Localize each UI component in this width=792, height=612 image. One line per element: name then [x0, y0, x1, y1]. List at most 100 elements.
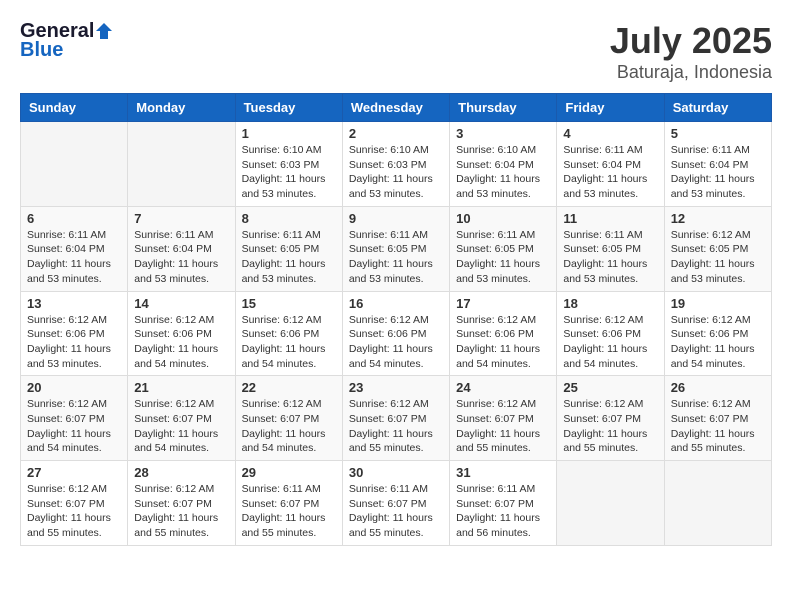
day-info: Sunrise: 6:12 AM Sunset: 6:07 PM Dayligh…: [456, 397, 550, 456]
day-number: 15: [242, 296, 336, 311]
calendar-cell: 29Sunrise: 6:11 AM Sunset: 6:07 PM Dayli…: [235, 461, 342, 546]
calendar-cell: 14 Sunrise: 6:12 AM Sunset: 6:06 PM Dayli…: [128, 291, 235, 376]
calendar-cell: 28 Sunrise: 6:12 AM Sunset: 6:07 PM Dayli…: [128, 461, 235, 546]
day-info: Sunrise: 6:11 AM Sunset: 6:07 PM Dayligh…: [349, 482, 443, 541]
day-info: Sunrise: 6:11 AM Sunset: 6:04 PM Dayligh…: [671, 143, 765, 202]
day-number: 28: [134, 465, 228, 480]
logo-blue-text: Blue: [20, 39, 112, 62]
day-info: Sunrise: 6:12 AM Sunset: 6:06 PM Dayligh…: [349, 313, 443, 372]
weekday-header: Wednesday: [342, 94, 449, 122]
calendar-cell: 22 Sunrise: 6:12 AM Sunset: 6:07 PM Dayli…: [235, 376, 342, 461]
day-number: 12: [671, 211, 765, 226]
day-info: Sunrise: 6:12 AM Sunset: 6:07 PM Dayligh…: [134, 397, 228, 456]
calendar-cell: 12 Sunrise: 6:12 AM Sunset: 6:05 PM Dayli…: [664, 206, 771, 291]
day-info: Sunrise: 6:12 AM Sunset: 6:06 PM Dayligh…: [242, 313, 336, 372]
calendar-cell: 19Sunrise: 6:12 AM Sunset: 6:06 PM Dayli…: [664, 291, 771, 376]
calendar-cell: 15 Sunrise: 6:12 AM Sunset: 6:06 PM Dayli…: [235, 291, 342, 376]
day-number: 30: [349, 465, 443, 480]
calendar-cell: 10 Sunrise: 6:11 AM Sunset: 6:05 PM Dayli…: [450, 206, 557, 291]
day-number: 7: [134, 211, 228, 226]
day-info: Sunrise: 6:12 AM Sunset: 6:07 PM Dayligh…: [27, 397, 121, 456]
calendar-cell: [21, 122, 128, 207]
calendar-cell: 4 Sunrise: 6:11 AM Sunset: 6:04 PM Daylig…: [557, 122, 664, 207]
day-number: 2: [349, 126, 443, 141]
calendar-cell: 18 Sunrise: 6:12 AM Sunset: 6:06 PM Dayli…: [557, 291, 664, 376]
calendar-cell: 17Sunrise: 6:12 AM Sunset: 6:06 PM Dayli…: [450, 291, 557, 376]
day-info: Sunrise: 6:12 AM Sunset: 6:07 PM Dayligh…: [242, 397, 336, 456]
day-info: Sunrise: 6:12 AM Sunset: 6:07 PM Dayligh…: [134, 482, 228, 541]
calendar-subtitle: Baturaja, Indonesia: [610, 62, 772, 83]
day-number: 26: [671, 380, 765, 395]
day-number: 18: [563, 296, 657, 311]
day-number: 17: [456, 296, 550, 311]
calendar-cell: 30 Sunrise: 6:11 AM Sunset: 6:07 PM Dayli…: [342, 461, 449, 546]
calendar-cell: 25 Sunrise: 6:12 AM Sunset: 6:07 PM Dayli…: [557, 376, 664, 461]
calendar-cell: 23Sunrise: 6:12 AM Sunset: 6:07 PM Dayli…: [342, 376, 449, 461]
day-number: 16: [349, 296, 443, 311]
day-number: 1: [242, 126, 336, 141]
day-info: Sunrise: 6:12 AM Sunset: 6:06 PM Dayligh…: [563, 313, 657, 372]
day-number: 22: [242, 380, 336, 395]
day-info: Sunrise: 6:11 AM Sunset: 6:05 PM Dayligh…: [242, 228, 336, 287]
calendar-cell: 13Sunrise: 6:12 AM Sunset: 6:06 PM Dayli…: [21, 291, 128, 376]
calendar-week-row: 1 Sunrise: 6:10 AM Sunset: 6:03 PM Daylig…: [21, 122, 772, 207]
day-number: 14: [134, 296, 228, 311]
day-number: 3: [456, 126, 550, 141]
calendar-cell: [128, 122, 235, 207]
weekday-header: Tuesday: [235, 94, 342, 122]
calendar-cell: 9 Sunrise: 6:11 AM Sunset: 6:05 PM Daylig…: [342, 206, 449, 291]
day-number: 21: [134, 380, 228, 395]
calendar-week-row: 13 Sunrise: 6:12 AM Sunset: 6:06 PM Dayli…: [21, 291, 772, 376]
day-number: 25: [563, 380, 657, 395]
day-info: Sunrise: 6:11 AM Sunset: 6:04 PM Dayligh…: [134, 228, 228, 287]
calendar-cell: 7 Sunrise: 6:11 AM Sunset: 6:04 PM Daylig…: [128, 206, 235, 291]
day-info: Sunrise: 6:12 AM Sunset: 6:07 PM Dayligh…: [563, 397, 657, 456]
day-info: Sunrise: 6:12 AM Sunset: 6:06 PM Dayligh…: [134, 313, 228, 372]
day-number: 5: [671, 126, 765, 141]
weekday-header: Saturday: [664, 94, 771, 122]
weekday-header-row: SundayMondayTuesdayWednesdayThursdayFrid…: [21, 94, 772, 122]
calendar-cell: [664, 461, 771, 546]
calendar-week-row: 27 Sunrise: 6:12 AM Sunset: 6:07 PM Dayli…: [21, 461, 772, 546]
title-section: July 2025 Baturaja, Indonesia: [610, 20, 772, 83]
weekday-header: Monday: [128, 94, 235, 122]
logo-arrow-icon: [96, 23, 112, 39]
day-number: 6: [27, 211, 121, 226]
day-info: Sunrise: 6:11 AM Sunset: 6:04 PM Dayligh…: [563, 143, 657, 202]
day-info: Sunrise: 6:11 AM Sunset: 6:05 PM Dayligh…: [456, 228, 550, 287]
calendar-title: July 2025: [610, 20, 772, 62]
calendar-table: SundayMondayTuesdayWednesdayThursdayFrid…: [20, 93, 772, 546]
day-number: 13: [27, 296, 121, 311]
calendar-cell: 2 Sunrise: 6:10 AM Sunset: 6:03 PM Daylig…: [342, 122, 449, 207]
calendar-cell: 3 Sunrise: 6:10 AM Sunset: 6:04 PM Daylig…: [450, 122, 557, 207]
calendar-cell: 31Sunrise: 6:11 AM Sunset: 6:07 PM Dayli…: [450, 461, 557, 546]
calendar-cell: 8 Sunrise: 6:11 AM Sunset: 6:05 PM Daylig…: [235, 206, 342, 291]
day-info: Sunrise: 6:12 AM Sunset: 6:07 PM Dayligh…: [671, 397, 765, 456]
weekday-header: Friday: [557, 94, 664, 122]
calendar-cell: 21 Sunrise: 6:12 AM Sunset: 6:07 PM Dayli…: [128, 376, 235, 461]
day-number: 31: [456, 465, 550, 480]
day-info: Sunrise: 6:10 AM Sunset: 6:03 PM Dayligh…: [242, 143, 336, 202]
calendar-cell: [557, 461, 664, 546]
logo: General Blue: [20, 20, 112, 62]
day-info: Sunrise: 6:12 AM Sunset: 6:06 PM Dayligh…: [671, 313, 765, 372]
day-number: 10: [456, 211, 550, 226]
calendar-cell: 16 Sunrise: 6:12 AM Sunset: 6:06 PM Dayli…: [342, 291, 449, 376]
day-number: 24: [456, 380, 550, 395]
calendar-week-row: 6 Sunrise: 6:11 AM Sunset: 6:04 PM Daylig…: [21, 206, 772, 291]
weekday-header: Sunday: [21, 94, 128, 122]
day-info: Sunrise: 6:10 AM Sunset: 6:03 PM Dayligh…: [349, 143, 443, 202]
calendar-cell: 1 Sunrise: 6:10 AM Sunset: 6:03 PM Daylig…: [235, 122, 342, 207]
day-info: Sunrise: 6:11 AM Sunset: 6:05 PM Dayligh…: [349, 228, 443, 287]
calendar-cell: 5 Sunrise: 6:11 AM Sunset: 6:04 PM Daylig…: [664, 122, 771, 207]
day-number: 9: [349, 211, 443, 226]
day-info: Sunrise: 6:10 AM Sunset: 6:04 PM Dayligh…: [456, 143, 550, 202]
day-info: Sunrise: 6:12 AM Sunset: 6:05 PM Dayligh…: [671, 228, 765, 287]
day-number: 8: [242, 211, 336, 226]
calendar-cell: 20Sunrise: 6:12 AM Sunset: 6:07 PM Dayli…: [21, 376, 128, 461]
day-info: Sunrise: 6:11 AM Sunset: 6:04 PM Dayligh…: [27, 228, 121, 287]
day-number: 27: [27, 465, 121, 480]
calendar-cell: 24 Sunrise: 6:12 AM Sunset: 6:07 PM Dayli…: [450, 376, 557, 461]
weekday-header: Thursday: [450, 94, 557, 122]
day-number: 4: [563, 126, 657, 141]
